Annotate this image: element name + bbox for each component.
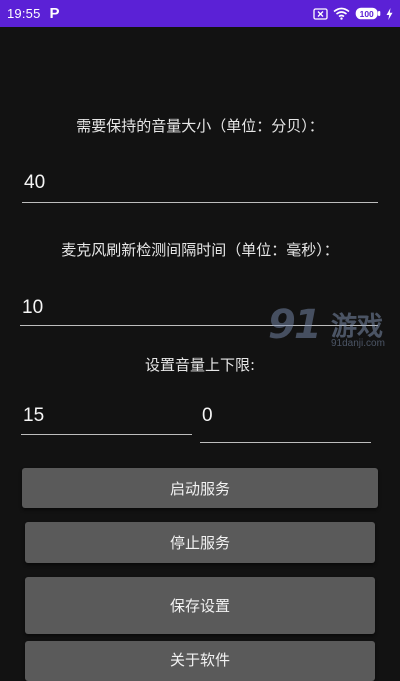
- sim-x-icon: [313, 7, 328, 20]
- wifi-icon: [333, 7, 350, 20]
- status-bar-left: 19:55 P: [7, 5, 60, 22]
- app-notification-icon: P: [49, 5, 60, 22]
- battery-icon: 100: [355, 7, 381, 20]
- status-time: 19:55: [7, 6, 41, 21]
- watermark-url: 91danji.com: [331, 338, 385, 349]
- watermark-logo-number: 91: [268, 302, 322, 348]
- stop-service-button[interactable]: 停止服务: [25, 522, 375, 563]
- about-button[interactable]: 关于软件: [25, 641, 375, 681]
- refresh-interval-label: 麦克风刷新检测间隔时间（单位：毫秒）：: [61, 241, 339, 259]
- start-service-button[interactable]: 启动服务: [22, 468, 378, 508]
- volume-lower-input[interactable]: 0: [200, 405, 371, 443]
- battery-level: 100: [360, 9, 374, 19]
- volume-input[interactable]: 40: [22, 172, 378, 203]
- status-bar: 19:55 P 100: [0, 0, 400, 27]
- volume-label: 需要保持的音量大小（单位：分贝）：: [76, 117, 324, 135]
- charging-bolt-icon: [386, 7, 393, 20]
- volume-upper-input[interactable]: 15: [21, 405, 192, 435]
- volume-limits-label: 设置音量上下限:: [144, 356, 256, 374]
- status-bar-right: 100: [313, 7, 393, 20]
- save-settings-button[interactable]: 保存设置: [25, 577, 375, 634]
- watermark: 91 游戏 91danji.com: [268, 300, 400, 356]
